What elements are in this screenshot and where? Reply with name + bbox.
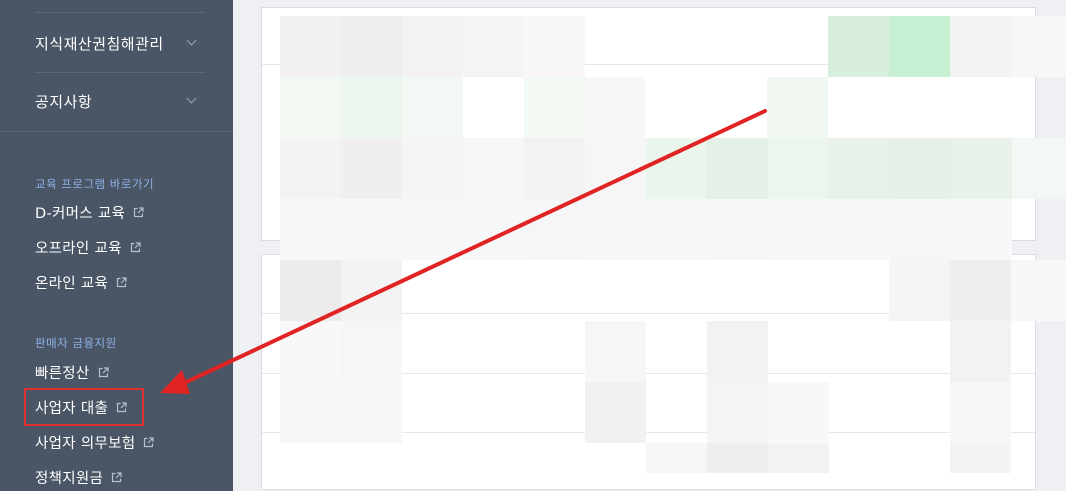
main-content [233, 0, 1066, 491]
link-label: 정책지원금 [35, 471, 104, 487]
menu-item-notices[interactable]: 공지사항 [0, 72, 233, 130]
link-d-commerce-education[interactable]: D-커머스 교육 [35, 202, 144, 223]
link-label: 오프라인 교육 [35, 241, 122, 257]
annotation-highlight-box [24, 388, 144, 426]
menu-item-label: 지식재산권침해관리 [35, 34, 164, 53]
sidebar-divider [35, 12, 205, 13]
section-title-seller-finance: 판매자 금융지원 [35, 336, 117, 350]
sidebar: 지식재산권침해관리 공지사항 교육 프로그램 바로가기 D-커머스 교육 오프라… [0, 0, 233, 491]
menu-item-ip-infringement[interactable]: 지식재산권침해관리 [0, 14, 233, 72]
link-online-education[interactable]: 온라인 교육 [35, 272, 127, 293]
chevron-down-icon [186, 93, 197, 104]
blurred-content [233, 0, 1066, 491]
sidebar-divider [0, 131, 233, 132]
link-policy-subsidy[interactable]: 정책지원금 [35, 467, 122, 488]
external-link-icon [143, 437, 154, 448]
external-link-icon [133, 207, 144, 218]
link-label: 온라인 교육 [35, 276, 109, 292]
link-business-insurance[interactable]: 사업자 의무보험 [35, 432, 154, 453]
link-label: 사업자 의무보험 [35, 436, 136, 452]
external-link-icon [111, 472, 122, 483]
external-link-icon [116, 277, 127, 288]
link-label: 빠른정산 [35, 366, 90, 382]
menu-item-label: 공지사항 [35, 92, 93, 111]
chevron-down-icon [186, 35, 197, 46]
section-title-education: 교육 프로그램 바로가기 [35, 177, 155, 191]
link-quick-settlement[interactable]: 빠른정산 [35, 362, 109, 383]
external-link-icon [130, 242, 141, 253]
link-label: D-커머스 교육 [35, 206, 126, 222]
external-link-icon [98, 367, 109, 378]
link-offline-education[interactable]: 오프라인 교육 [35, 237, 141, 258]
